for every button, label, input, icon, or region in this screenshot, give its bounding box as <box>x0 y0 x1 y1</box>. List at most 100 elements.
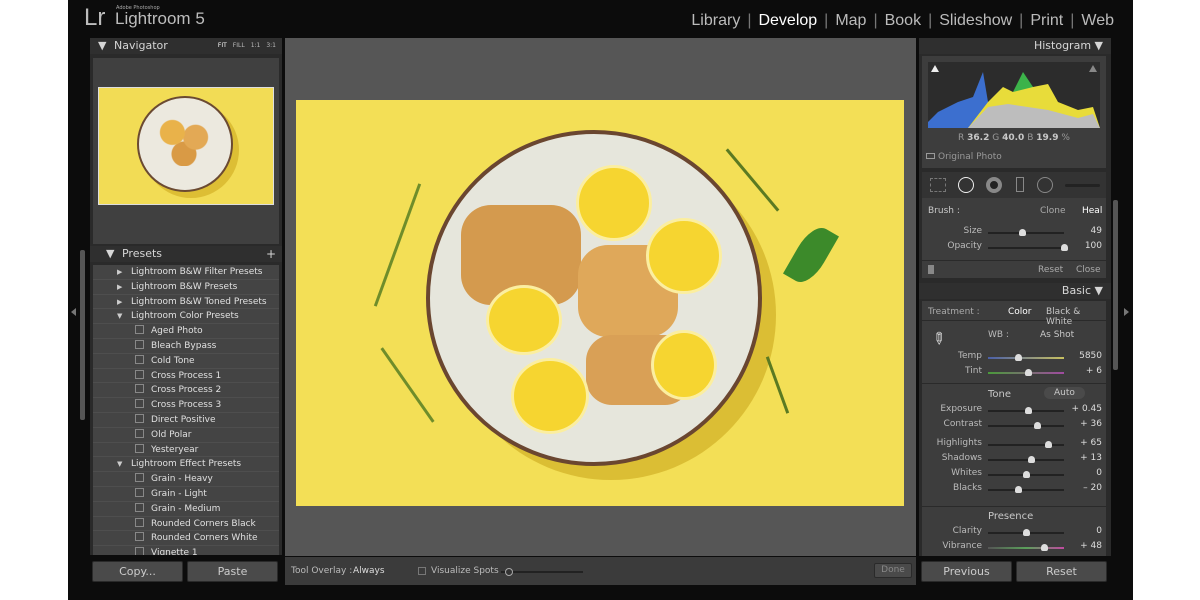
expanded-triangle-icon[interactable]: ▼ <box>117 457 131 472</box>
slider-track[interactable] <box>988 422 1064 429</box>
clone-button[interactable]: Clone <box>1040 206 1066 216</box>
preset-item[interactable]: Bleach Bypass <box>93 339 279 354</box>
module-map[interactable]: Map <box>828 12 873 30</box>
preset-item[interactable]: Rounded Corners Black <box>93 517 279 532</box>
right-scrollbar[interactable] <box>1113 200 1118 370</box>
expanded-triangle-icon[interactable]: ▼ <box>117 309 131 324</box>
done-button[interactable]: Done <box>874 563 912 578</box>
preset-item[interactable]: Cross Process 1 <box>93 369 279 384</box>
slider-value[interactable]: + 0.45 <box>1072 404 1102 414</box>
reset-button[interactable]: Reset <box>1016 561 1107 582</box>
presets-header[interactable]: ▼ Presets + <box>90 246 282 262</box>
histogram-header[interactable]: Histogram ▼ <box>919 38 1111 54</box>
slider-thumb[interactable] <box>1023 529 1030 536</box>
zoom-option-fill[interactable]: FILL <box>233 42 245 49</box>
slider-track[interactable] <box>988 369 1064 376</box>
slider-value[interactable]: 5850 <box>1079 351 1102 361</box>
navigator-preview[interactable] <box>93 58 279 244</box>
slider-thumb[interactable] <box>1061 244 1068 251</box>
slider-value[interactable]: 0 <box>1096 526 1102 536</box>
slider-track[interactable] <box>988 407 1064 414</box>
photo-canvas[interactable] <box>285 38 916 556</box>
module-book[interactable]: Book <box>878 12 928 30</box>
adjustment-brush-icon[interactable] <box>1065 184 1100 187</box>
spot-removal-tool-icon[interactable] <box>958 177 974 193</box>
slider-thumb[interactable] <box>1045 441 1053 448</box>
add-preset-button[interactable]: + <box>266 246 276 262</box>
slider-track[interactable] <box>988 354 1064 361</box>
preset-item[interactable]: Direct Positive <box>93 413 279 428</box>
slider-value[interactable]: + 48 <box>1080 541 1102 551</box>
slider-thumb[interactable] <box>1025 407 1033 414</box>
slider-track[interactable] <box>988 244 1068 251</box>
color-treatment-button[interactable]: Color <box>1008 307 1032 317</box>
preset-item[interactable]: Aged Photo <box>93 324 279 339</box>
collapsed-triangle-icon[interactable]: ▶ <box>117 265 131 280</box>
graduated-filter-icon[interactable] <box>1016 177 1024 192</box>
zoom-option-1-1[interactable]: 1:1 <box>251 42 261 49</box>
preset-item[interactable]: Vignette 1 <box>93 546 279 555</box>
copy-button[interactable]: Copy... <box>92 561 183 582</box>
preset-folder[interactable]: ▼ Lightroom Color Presets <box>93 309 279 325</box>
zoom-option-fit[interactable]: FIT <box>218 42 227 49</box>
wb-eyedropper-icon[interactable]: ✎ <box>927 327 950 350</box>
navigator-header[interactable]: ▼ Navigator FIT FILL 1:1 3:1 <box>90 38 282 54</box>
preset-item[interactable]: Grain - Heavy <box>93 472 279 487</box>
module-develop[interactable]: Develop <box>751 12 824 30</box>
preset-folder[interactable]: ▶ Lightroom B&W Toned Presets <box>93 295 279 310</box>
preset-item[interactable]: Cross Process 2 <box>93 383 279 399</box>
wb-select[interactable]: As Shot <box>1040 330 1074 340</box>
preset-folder[interactable]: ▶ Lightroom B&W Filter Presets <box>93 265 279 280</box>
slider-thumb[interactable] <box>1041 544 1049 551</box>
slider-value[interactable]: 0 <box>1096 468 1102 478</box>
red-eye-tool-icon[interactable] <box>986 177 1002 193</box>
threshold-slider[interactable] <box>501 568 583 576</box>
preset-item[interactable]: Old Polar <box>93 428 279 443</box>
slider-value[interactable]: – 20 <box>1083 483 1102 493</box>
zoom-option-3-1[interactable]: 3:1 <box>266 42 276 49</box>
slider-track[interactable] <box>988 486 1064 493</box>
module-library[interactable]: Library <box>684 12 747 30</box>
right-panel-toggle-icon[interactable] <box>1124 308 1129 316</box>
slider-track[interactable] <box>988 441 1064 448</box>
radial-filter-icon[interactable] <box>1037 177 1053 193</box>
slider-track[interactable] <box>988 456 1064 463</box>
collapsed-triangle-icon[interactable]: ▶ <box>117 295 131 310</box>
preset-item[interactable]: Rounded Corners White <box>93 531 279 547</box>
module-web[interactable]: Web <box>1074 12 1121 30</box>
preset-folder[interactable]: ▶ Lightroom B&W Presets <box>93 280 279 295</box>
paste-button[interactable]: Paste <box>187 561 278 582</box>
slider-thumb[interactable] <box>1028 456 1036 463</box>
slider-thumb[interactable] <box>1024 369 1032 376</box>
slider-track[interactable] <box>988 544 1064 551</box>
preset-item[interactable]: Grain - Medium <box>93 502 279 517</box>
slider-thumb[interactable] <box>1023 471 1030 478</box>
slider-thumb[interactable] <box>1034 422 1042 429</box>
navigator-thumbnail[interactable] <box>98 87 274 205</box>
slider-value[interactable]: + 13 <box>1080 453 1102 463</box>
module-slideshow[interactable]: Slideshow <box>932 12 1019 30</box>
preset-item[interactable]: Cross Process 3 <box>93 398 279 413</box>
slider-track[interactable] <box>988 529 1064 536</box>
slider-value[interactable]: + 65 <box>1080 438 1102 448</box>
preset-item[interactable]: Yesteryear <box>93 443 279 458</box>
heal-button[interactable]: Heal <box>1082 206 1102 216</box>
crop-tool-icon[interactable] <box>930 178 946 192</box>
slider-value[interactable]: 100 <box>1085 241 1102 251</box>
collapsed-triangle-icon[interactable]: ▶ <box>117 280 131 295</box>
slider-thumb[interactable] <box>1019 229 1027 236</box>
brush-close-button[interactable]: Close <box>1076 265 1101 275</box>
basic-header[interactable]: Basic ▼ <box>919 283 1111 299</box>
slider-thumb[interactable] <box>1015 486 1023 493</box>
slider-track[interactable] <box>988 471 1064 478</box>
visualize-spots-checkbox[interactable] <box>418 567 426 575</box>
left-scrollbar[interactable] <box>80 250 85 420</box>
bw-treatment-button[interactable]: Black & White <box>1046 307 1106 327</box>
preset-item[interactable]: Cold Tone <box>93 354 279 369</box>
preset-item[interactable]: Grain - Light <box>93 487 279 502</box>
previous-button[interactable]: Previous <box>921 561 1012 582</box>
original-photo-toggle[interactable]: Original Photo <box>926 152 1002 162</box>
preset-folder[interactable]: ▼ Lightroom Effect Presets <box>93 457 279 473</box>
slider-track[interactable] <box>988 229 1064 236</box>
slider-value[interactable]: + 6 <box>1086 366 1102 376</box>
